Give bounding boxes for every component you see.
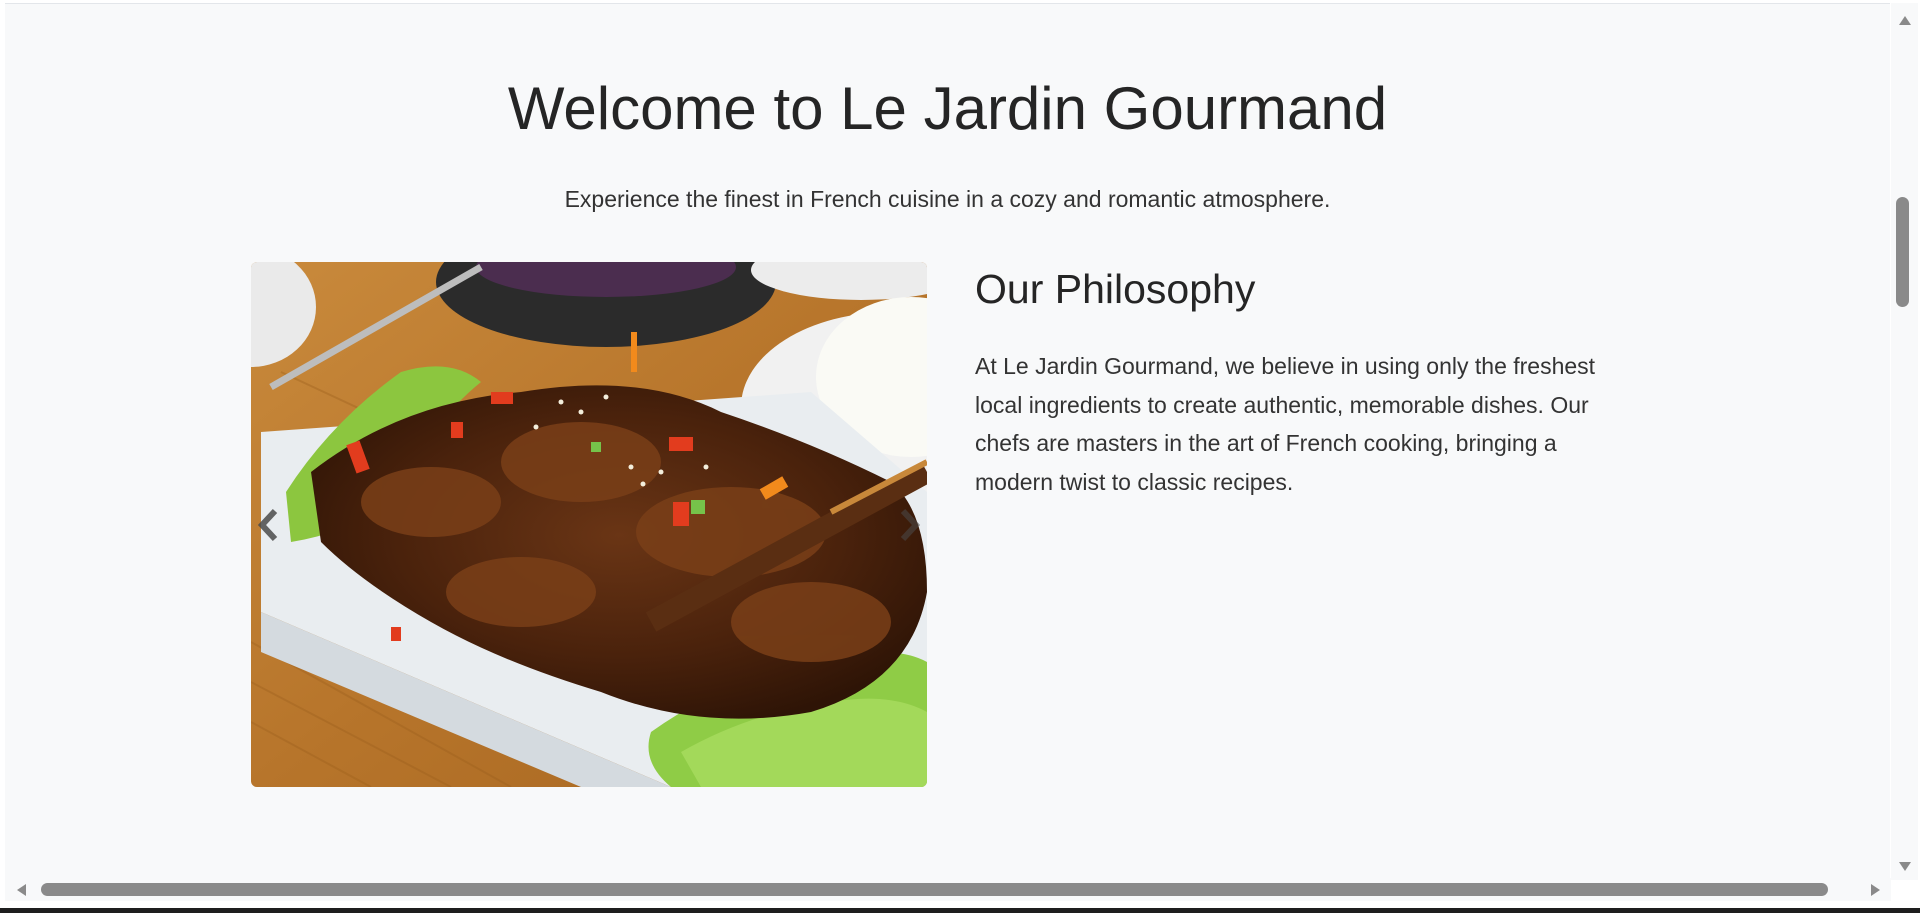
vertical-scrollbar[interactable] (1891, 3, 1918, 880)
dish-photo (251, 262, 927, 787)
chevron-right-icon (900, 508, 921, 541)
chevron-left-icon (257, 508, 278, 541)
vertical-scrollbar-thumb[interactable] (1896, 197, 1909, 307)
image-carousel[interactable] (251, 262, 927, 787)
horizontal-scrollbar-thumb[interactable] (41, 883, 1828, 896)
page-subtitle: Experience the finest in French cuisine … (564, 186, 1331, 212)
philosophy-paragraph: At Le Jardin Gourmand, we believe in usi… (975, 353, 1596, 495)
scrollbar-corner (1891, 880, 1918, 903)
scroll-right-arrow-icon[interactable] (1871, 884, 1880, 896)
browser-viewport: Welcome to Le Jardin Gourmand Experience… (0, 0, 1920, 908)
carousel-next-button[interactable] (867, 262, 927, 787)
horizontal-scrollbar[interactable] (5, 878, 1891, 901)
philosophy-heading: Our Philosophy (975, 266, 1256, 312)
scroll-up-arrow-icon[interactable] (1899, 16, 1911, 25)
scroll-left-arrow-icon[interactable] (17, 884, 26, 896)
carousel-prev-button[interactable] (251, 262, 311, 787)
page-title: Welcome to Le Jardin Gourmand (507, 75, 1388, 142)
page-content: Welcome to Le Jardin Gourmand Experience… (5, 3, 1890, 881)
scroll-down-arrow-icon[interactable] (1899, 862, 1911, 871)
